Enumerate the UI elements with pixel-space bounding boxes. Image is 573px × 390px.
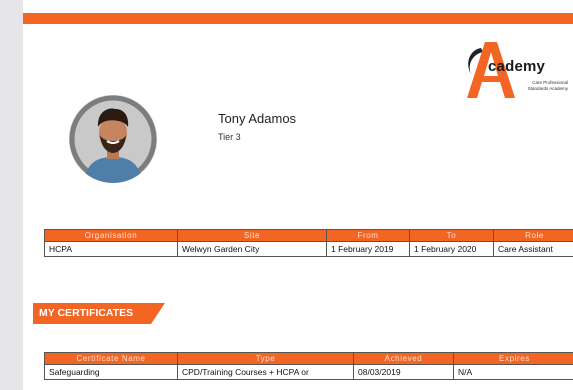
column-header-to: To bbox=[409, 229, 494, 242]
profile-name: Tony Adamos bbox=[218, 111, 297, 126]
column-header-from: From bbox=[326, 229, 410, 242]
cell-site: Welwyn Garden City bbox=[177, 241, 327, 257]
cell-expires: N/A bbox=[453, 364, 573, 380]
logo-subtitle: Care Professional Standards Academy bbox=[527, 80, 568, 91]
column-header-achieved: Achieved bbox=[353, 352, 454, 365]
column-header-certificate-name: Certificate Name bbox=[44, 352, 178, 365]
cell-achieved: 08/03/2019 bbox=[353, 364, 454, 380]
top-accent-bar bbox=[23, 13, 573, 24]
logo-wordmark: cademy bbox=[488, 58, 546, 75]
avatar bbox=[69, 95, 157, 183]
table-row: HCPA Welwyn Garden City 1 February 2019 … bbox=[44, 241, 573, 257]
cell-to: 1 February 2020 bbox=[409, 241, 494, 257]
section-title-certificates: MY CERTIFICATES bbox=[39, 307, 134, 319]
certificates-table: Certificate Name Type Achieved Expires S… bbox=[44, 352, 573, 380]
profile-photo bbox=[69, 95, 157, 183]
profile-tier: Tier 3 bbox=[218, 132, 241, 142]
cell-organisation: HCPA bbox=[44, 241, 178, 257]
column-header-type: Type bbox=[177, 352, 354, 365]
cell-certificate-name: Safeguarding bbox=[44, 364, 178, 380]
cell-type: CPD/Training Courses + HCPA or bbox=[177, 364, 354, 380]
employment-table: Organisation Site From To Role HCPA Welw… bbox=[44, 229, 573, 257]
column-header-role: Role bbox=[493, 229, 573, 242]
cell-role: Care Assistant bbox=[493, 241, 573, 257]
column-header-organisation: Organisation bbox=[44, 229, 178, 242]
column-header-site: Site bbox=[177, 229, 327, 242]
cell-from: 1 February 2019 bbox=[326, 241, 410, 257]
column-header-expires: Expires bbox=[453, 352, 573, 365]
certificates-header-row: Certificate Name Type Achieved Expires bbox=[44, 352, 573, 365]
table-row: Safeguarding CPD/Training Courses + HCPA… bbox=[44, 364, 573, 380]
employment-header-row: Organisation Site From To Role bbox=[44, 229, 573, 242]
